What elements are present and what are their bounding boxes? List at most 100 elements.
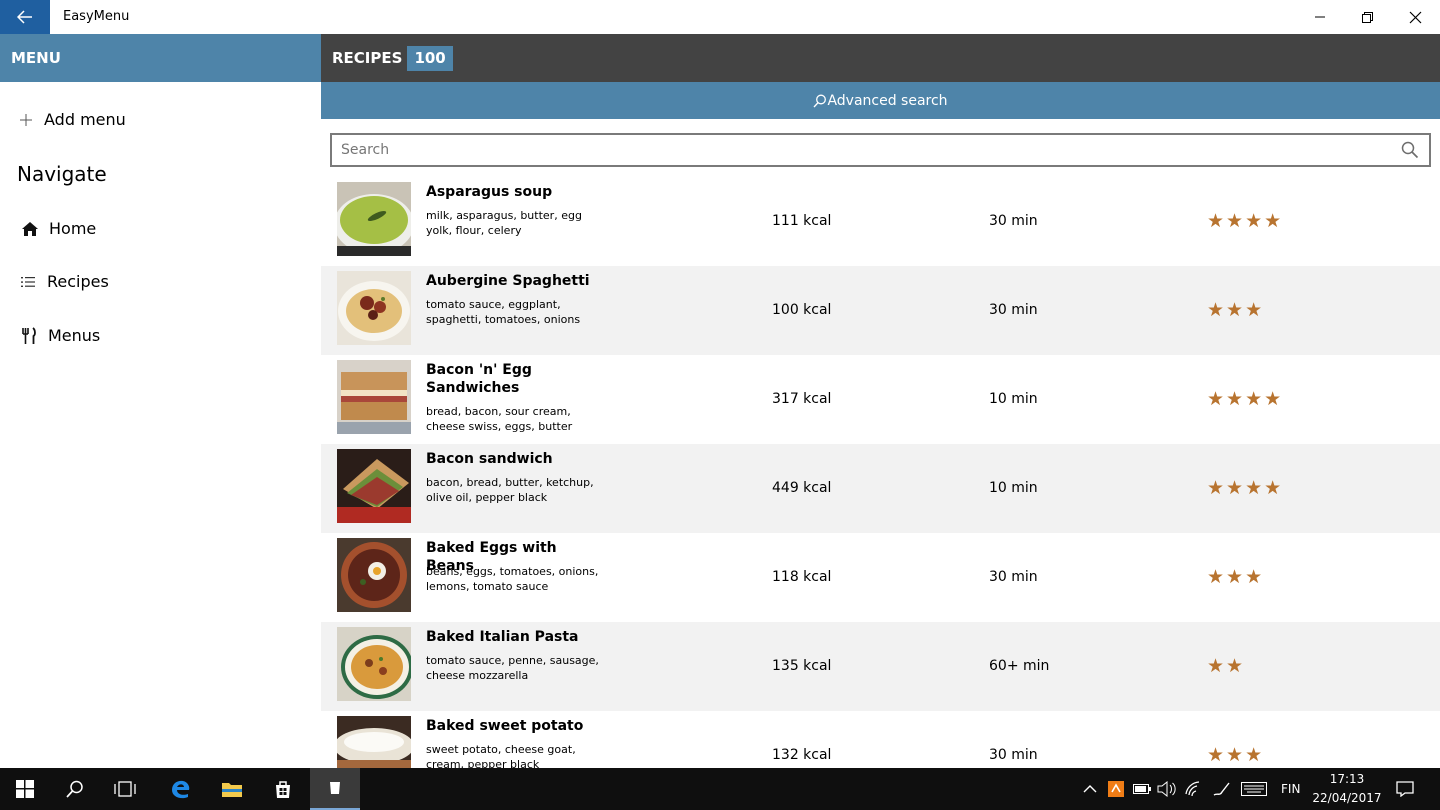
app-title: EasyMenu: [63, 9, 130, 24]
battery-button[interactable]: [1133, 768, 1151, 810]
recipe-rating: ★★★: [1207, 566, 1265, 588]
clock-date: 22/04/2017: [1312, 791, 1382, 805]
start-button[interactable]: [0, 768, 50, 810]
recipe-thumbnail: [337, 716, 411, 768]
show-hidden-icons-button[interactable]: [1083, 768, 1097, 810]
recipe-row[interactable]: Baked sweet potato sweet potato, cheese …: [321, 711, 1440, 768]
recipe-ingredients: milk, asparagus, butter, egg yolk, flour…: [426, 209, 582, 237]
recipe-ingredients: bacon, bread, butter, ketchup, olive oil…: [426, 476, 594, 504]
pen-button[interactable]: [1212, 768, 1232, 810]
taskbar-search-button[interactable]: [50, 768, 100, 810]
recipe-time: 60+ min: [989, 658, 1050, 674]
recipe-name: Aubergine Spaghetti: [426, 273, 590, 289]
recipe-rating: ★★: [1207, 655, 1246, 677]
store-bag-icon: [276, 781, 290, 798]
search-icon: [1401, 141, 1419, 159]
advanced-search-button[interactable]: Advanced search: [321, 82, 1440, 119]
volume-button[interactable]: [1157, 768, 1177, 810]
add-menu-label: Add menu: [44, 110, 126, 129]
windows-logo-icon: [16, 780, 34, 798]
input-language-button[interactable]: FIN: [1281, 768, 1300, 810]
recipe-thumbnail: [337, 271, 411, 345]
sidebar-item-label: Recipes: [47, 272, 109, 291]
recipe-count-badge: 100: [407, 45, 453, 71]
search-submit-button[interactable]: [1401, 141, 1419, 159]
list-icon: [17, 276, 39, 288]
restore-icon: [1361, 11, 1373, 23]
recipe-time: 10 min: [989, 391, 1038, 407]
close-button[interactable]: [1391, 0, 1439, 34]
touch-keyboard-button[interactable]: [1241, 768, 1267, 810]
file-explorer-button[interactable]: [207, 768, 257, 810]
back-button[interactable]: [0, 0, 50, 34]
recipe-kcal: 100 kcal: [772, 302, 832, 318]
recipe-time: 30 min: [989, 569, 1038, 585]
restore-button[interactable]: [1343, 0, 1391, 34]
plus-icon: [19, 113, 33, 126]
recipe-thumbnail: [337, 627, 411, 701]
recipe-row[interactable]: Baked Italian Pasta tomato sauce, penne,…: [321, 622, 1440, 711]
search-icon: [66, 780, 83, 798]
store-button[interactable]: [258, 768, 308, 810]
battery-icon: [1133, 784, 1151, 794]
edge-browser-button[interactable]: [155, 768, 205, 810]
recipe-time: 30 min: [989, 747, 1038, 763]
orange-tray-app-icon: [1108, 781, 1124, 797]
recipe-thumbnail: [337, 449, 411, 523]
task-view-button[interactable]: [100, 768, 150, 810]
menu-header: MENU: [0, 34, 321, 82]
easymenu-taskbar-button[interactable]: [310, 768, 360, 810]
recipe-kcal: 135 kcal: [772, 658, 832, 674]
recipe-row[interactable]: Aubergine Spaghetti tomato sauce, eggpla…: [321, 266, 1440, 355]
edge-browser-icon: [172, 780, 190, 799]
action-center-button[interactable]: [1396, 768, 1414, 810]
recipe-name: Baked Italian Pasta: [426, 629, 579, 645]
recipe-thumbnail: [337, 538, 411, 612]
sidebar-item-label: Menus: [48, 326, 101, 345]
title-bar: EasyMenu: [0, 0, 1440, 34]
chevron-up-icon: [1083, 785, 1097, 793]
sidebar-item-recipes[interactable]: Recipes: [17, 272, 109, 291]
close-icon: [1409, 11, 1421, 23]
search-input[interactable]: [332, 135, 1392, 165]
recipe-rating: ★★★★: [1207, 210, 1284, 232]
wifi-icon: [1185, 781, 1200, 797]
wifi-button[interactable]: [1185, 768, 1203, 810]
recipe-ingredients: sweet potato, cheese goat, cream, pepper…: [426, 743, 576, 768]
recipe-row[interactable]: Bacon sandwich bacon, bread, butter, ket…: [321, 444, 1440, 533]
recipe-row[interactable]: Baked Eggs with Beans beans, eggs, tomat…: [321, 533, 1440, 622]
recipe-time: 10 min: [989, 480, 1038, 496]
recipe-rating: ★★★★: [1207, 388, 1284, 410]
recipe-time: 30 min: [989, 302, 1038, 318]
recipe-list: Asparagus soup milk, asparagus, butter, …: [321, 177, 1440, 768]
volume-icon: [1157, 781, 1176, 797]
tray-app-button[interactable]: [1108, 768, 1124, 810]
recipe-thumbnail: [337, 360, 411, 434]
taskbar: FIN 17:13 22/04/2017: [0, 768, 1440, 810]
recipe-row[interactable]: Bacon 'n' Egg Sandwiches bread, bacon, s…: [321, 355, 1440, 444]
recipe-time: 30 min: [989, 213, 1038, 229]
recipe-kcal: 111 kcal: [772, 213, 832, 229]
sidebar-item-home[interactable]: Home: [19, 219, 96, 238]
recipe-kcal: 449 kcal: [772, 480, 832, 496]
taskbar-clock[interactable]: 17:13 22/04/2017: [1312, 770, 1382, 808]
recipe-name: Bacon sandwich: [426, 451, 553, 467]
recipe-rating: ★★★: [1207, 744, 1265, 766]
recipe-row[interactable]: Asparagus soup milk, asparagus, butter, …: [321, 177, 1440, 266]
minimize-button[interactable]: [1296, 0, 1344, 34]
sidebar-item-menus[interactable]: Menus: [18, 326, 100, 345]
keyboard-icon: [1241, 782, 1267, 796]
recipe-ingredients: bread, bacon, sour cream, cheese swiss, …: [426, 405, 573, 433]
pen-icon: [1213, 782, 1230, 796]
folder-icon: [222, 783, 242, 797]
clock-time: 17:13: [1329, 772, 1365, 786]
task-view-icon: [114, 781, 136, 797]
add-menu-button[interactable]: Add menu: [19, 110, 126, 129]
search-box: [330, 133, 1431, 167]
search-icon: [813, 94, 827, 107]
advanced-search-label: Advanced search: [827, 92, 948, 109]
home-icon: [19, 221, 41, 237]
recipe-rating: ★★★★: [1207, 477, 1284, 499]
recipe-rating: ★★★: [1207, 299, 1265, 321]
recipe-thumbnail: [337, 182, 411, 256]
